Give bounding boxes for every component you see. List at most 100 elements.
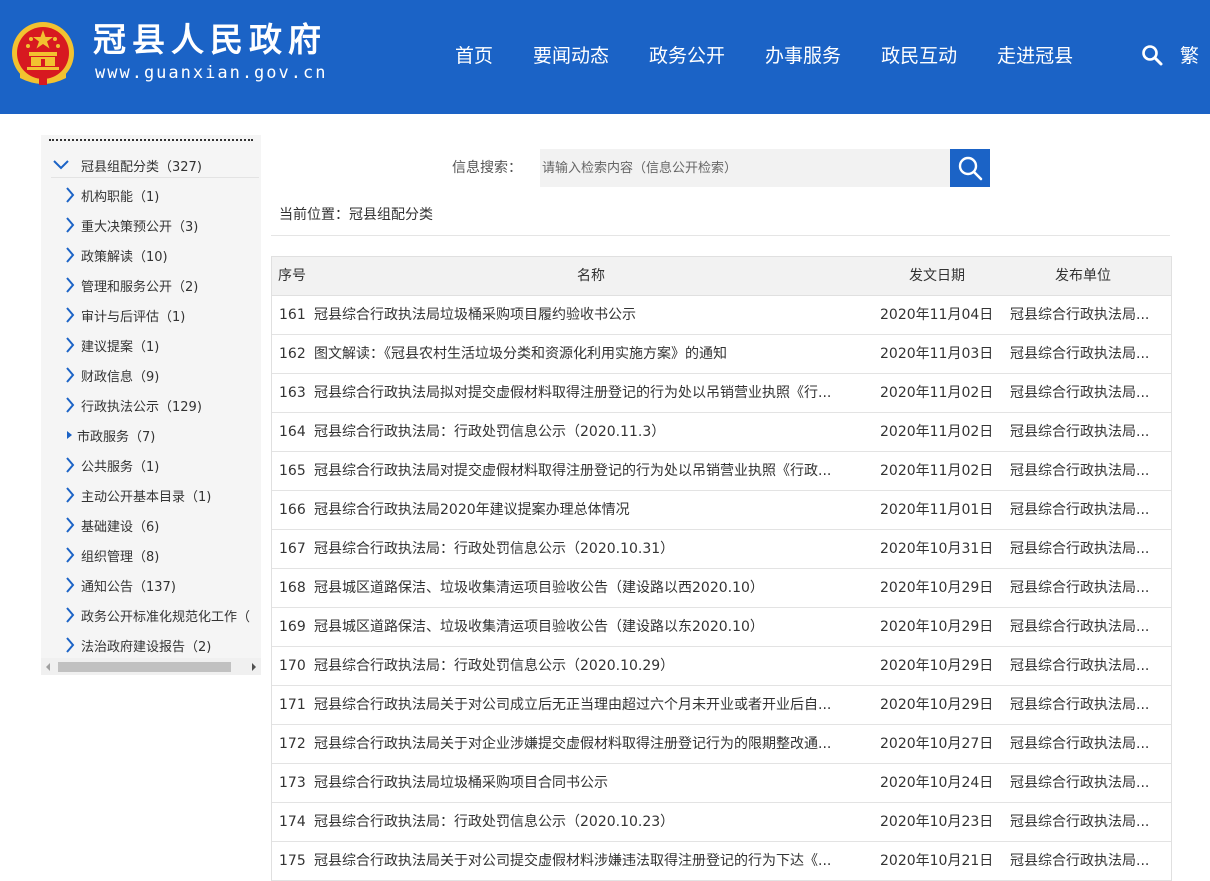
table-row[interactable]: 170 冠县综合行政执法局：行政处罚信息公示（2020.10.29） 2020年10… — [272, 647, 1171, 686]
row-title-link[interactable]: 图文解读：《冠县农村生活垃圾分类和资源化利用实施方案》的通知 — [314, 335, 870, 373]
column-header-unit: 发布单位 — [1055, 268, 1111, 284]
nav-about[interactable]: 走进冠县 — [997, 42, 1073, 70]
table-row[interactable]: 167 冠县综合行政执法局：行政处罚信息公示（2020.10.31） 2020年10… — [272, 530, 1171, 569]
traditional-chinese-toggle[interactable]: 繁 — [1180, 42, 1199, 70]
tree-item[interactable]: 通知公告（137) — [41, 570, 261, 600]
tree-item[interactable]: 重大决策预公开（3) — [41, 210, 261, 240]
chevron-right-icon — [66, 247, 75, 263]
table-row[interactable]: 161 冠县综合行政执法局垃圾桶采购项目履约验收书公示 2020年11月04日 冠县综… — [272, 296, 1171, 335]
site-header: 冠县人民政府 www.guanxian.gov.cn 首页 要闻动态 政务公开 … — [0, 0, 1210, 114]
table-row[interactable]: 168 冠县城区道路保洁、垃圾收集清运项目验收公告（建设路以西2020.10） 20… — [272, 569, 1171, 608]
row-unit: 冠县综合行政执法局... — [1010, 385, 1150, 401]
sidebar-horizontal-scrollbar[interactable] — [41, 658, 261, 675]
table-row[interactable]: 164 冠县综合行政执法局：行政处罚信息公示（2020.11.3） 2020年11月… — [272, 413, 1171, 452]
tree-item[interactable]: 基础建设（6) — [41, 510, 261, 540]
tree-item-label: 市政服务（7) — [77, 429, 156, 445]
table-row[interactable]: 165 冠县综合行政执法局对提交虚假材料取得注册登记的行为处以吊销营业执照《行政.… — [272, 452, 1171, 491]
row-number: 172 — [279, 736, 306, 752]
tree-root-node[interactable]: 冠县组配分类（327) — [53, 153, 202, 177]
table-row[interactable]: 162 图文解读：《冠县农村生活垃圾分类和资源化利用实施方案》的通知 2020年11… — [272, 335, 1171, 374]
table-row[interactable]: 175 冠县综合行政执法局关于对公司提交虚假材料涉嫌违法取得注册登记的行为下达《.… — [272, 842, 1171, 881]
row-title-link[interactable]: 冠县城区道路保洁、垃圾收集清运项目验收公告（建设路以西2020.10） — [314, 569, 870, 607]
site-url[interactable]: www.guanxian.gov.cn — [95, 62, 327, 84]
scroll-right-icon[interactable] — [252, 663, 256, 671]
chevron-right-icon — [66, 577, 75, 593]
site-title[interactable]: 冠县人民政府 — [93, 20, 327, 60]
chevron-right-icon — [66, 187, 75, 203]
row-date: 2020年10月31日 — [880, 541, 994, 557]
tree-item[interactable]: 政策解读（10) — [41, 240, 261, 270]
column-header-title: 名称 — [577, 268, 605, 284]
tree-item[interactable]: 公共服务（1) — [41, 450, 261, 480]
tree-item[interactable]: 审计与后评估（1) — [41, 300, 261, 330]
row-title-link[interactable]: 冠县综合行政执法局对提交虚假材料取得注册登记的行为处以吊销营业执照《行政... — [314, 452, 870, 490]
tree-item[interactable]: 管理和服务公开（2) — [41, 270, 261, 300]
table-header: 序号 名称 发文日期 发布单位 — [272, 257, 1171, 296]
row-date: 2020年11月01日 — [880, 502, 994, 518]
tree-item[interactable]: 建议提案（1) — [41, 330, 261, 360]
search-icon[interactable] — [1140, 43, 1164, 67]
scrollbar-thumb[interactable] — [58, 662, 231, 672]
row-title-link[interactable]: 冠县综合行政执法局：行政处罚信息公示（2020.11.3） — [314, 413, 870, 451]
row-number: 174 — [279, 814, 306, 830]
chevron-right-icon — [66, 637, 75, 653]
tree-item-label: 法治政府建设报告（2) — [81, 639, 212, 655]
row-title-link[interactable]: 冠县综合行政执法局：行政处罚信息公示（2020.10.31） — [314, 530, 870, 568]
tree-item-label: 管理和服务公开（2) — [81, 279, 199, 295]
search-input[interactable] — [540, 149, 950, 187]
table-row[interactable]: 166 冠县综合行政执法局2020年建议提案办理总体情况 2020年11月01日 冠县… — [272, 491, 1171, 530]
tree-item-label: 政务公开标准化规范化工作（ — [81, 609, 251, 625]
row-unit: 冠县综合行政执法局... — [1010, 658, 1150, 674]
table-row[interactable]: 171 冠县综合行政执法局关于对公司成立后无正当理由超过六个月未开业或者开业后自.… — [272, 686, 1171, 725]
tree-item[interactable]: 机构职能（1) — [41, 180, 261, 210]
column-header-no: 序号 — [278, 268, 306, 284]
table-row[interactable]: 169 冠县城区道路保洁、垃圾收集清运项目验收公告（建设路以东2020.10） 20… — [272, 608, 1171, 647]
row-title-link[interactable]: 冠县综合行政执法局关于对公司成立后无正当理由超过六个月未开业或者开业后自... — [314, 686, 870, 724]
row-date: 2020年10月29日 — [880, 580, 994, 596]
tree-item-label: 重大决策预公开（3) — [81, 219, 199, 235]
row-unit: 冠县综合行政执法局... — [1010, 775, 1150, 791]
national-emblem-icon[interactable] — [10, 20, 76, 90]
table-row[interactable]: 173 冠县综合行政执法局垃圾桶采购项目合同书公示 2020年10月24日 冠县综合行… — [272, 764, 1171, 803]
row-unit: 冠县综合行政执法局... — [1010, 463, 1150, 479]
row-unit: 冠县综合行政执法局... — [1010, 580, 1150, 596]
row-title-link[interactable]: 冠县综合行政执法局2020年建议提案办理总体情况 — [314, 491, 870, 529]
row-date: 2020年10月24日 — [880, 775, 994, 791]
scroll-left-icon[interactable] — [46, 663, 50, 671]
tree-item[interactable]: 行政执法公示（129) — [41, 390, 261, 420]
row-unit: 冠县综合行政执法局... — [1010, 814, 1150, 830]
row-date: 2020年11月03日 — [880, 346, 994, 362]
nav-services[interactable]: 办事服务 — [765, 42, 841, 70]
row-title-link[interactable]: 冠县综合行政执法局关于对企业涉嫌提交虚假材料取得注册登记行为的限期整改通... — [314, 725, 870, 763]
tree-item[interactable]: 法治政府建设报告（2) — [41, 630, 261, 660]
tree-item[interactable]: 财政信息（9) — [41, 360, 261, 390]
chevron-right-icon — [66, 307, 75, 323]
row-date: 2020年11月02日 — [880, 385, 994, 401]
row-unit: 冠县综合行政执法局... — [1010, 307, 1150, 323]
chevron-right-icon — [66, 397, 75, 413]
tree-item-label: 财政信息（9) — [81, 369, 160, 385]
row-date: 2020年10月29日 — [880, 619, 994, 635]
nav-home[interactable]: 首页 — [455, 42, 493, 70]
table-row[interactable]: 172 冠县综合行政执法局关于对企业涉嫌提交虚假材料取得注册登记行为的限期整改通.… — [272, 725, 1171, 764]
row-title-link[interactable]: 冠县综合行政执法局关于对公司提交虚假材料涉嫌违法取得注册登记的行为下达《... — [314, 842, 870, 880]
tree-item[interactable]: 主动公开基本目录（1) — [41, 480, 261, 510]
table-row[interactable]: 174 冠县综合行政执法局：行政处罚信息公示（2020.10.23） 2020年10… — [272, 803, 1171, 842]
row-title-link[interactable]: 冠县综合行政执法局拟对提交虚假材料取得注册登记的行为处以吊销营业执照《行... — [314, 374, 870, 412]
search-button[interactable] — [950, 149, 990, 187]
tree-item[interactable]: 政务公开标准化规范化工作（ — [41, 600, 261, 630]
row-title-link[interactable]: 冠县综合行政执法局垃圾桶采购项目履约验收书公示 — [314, 296, 870, 334]
nav-gov-affairs[interactable]: 政务公开 — [649, 42, 725, 70]
tree-item[interactable]: 组织管理（8) — [41, 540, 261, 570]
row-number: 163 — [279, 385, 306, 401]
row-title-link[interactable]: 冠县城区道路保洁、垃圾收集清运项目验收公告（建设路以东2020.10） — [314, 608, 870, 646]
row-title-link[interactable]: 冠县综合行政执法局：行政处罚信息公示（2020.10.29） — [314, 647, 870, 685]
tree-item-leaf[interactable]: 市政服务（7) — [41, 420, 261, 450]
row-number: 169 — [279, 619, 306, 635]
row-title-link[interactable]: 冠县综合行政执法局：行政处罚信息公示（2020.10.23） — [314, 803, 870, 841]
row-title-link[interactable]: 冠县综合行政执法局垃圾桶采购项目合同书公示 — [314, 764, 870, 802]
nav-interaction[interactable]: 政民互动 — [881, 42, 957, 70]
nav-news[interactable]: 要闻动态 — [533, 42, 609, 70]
table-row[interactable]: 163 冠县综合行政执法局拟对提交虚假材料取得注册登记的行为处以吊销营业执照《行.… — [272, 374, 1171, 413]
row-unit: 冠县综合行政执法局... — [1010, 541, 1150, 557]
